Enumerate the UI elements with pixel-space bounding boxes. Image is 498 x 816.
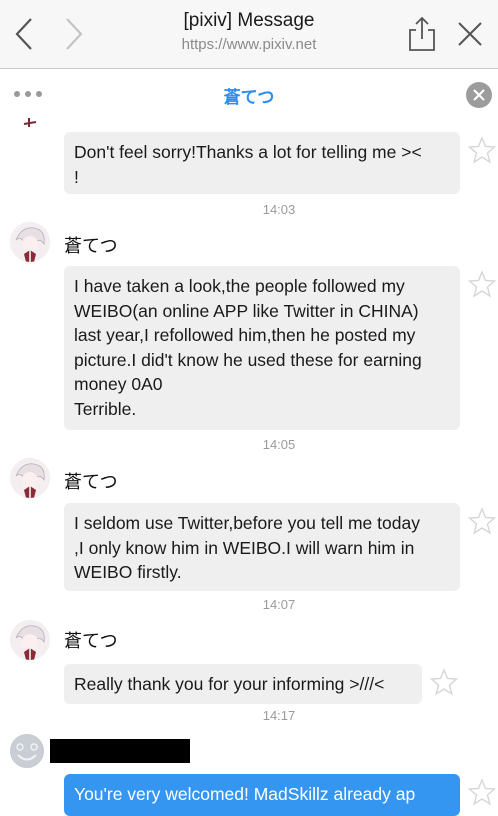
browser-toolbar: [pixiv] Message https://www.pixiv.net bbox=[0, 0, 498, 69]
share-icon bbox=[409, 16, 435, 51]
star-icon[interactable] bbox=[468, 507, 496, 535]
avatar[interactable] bbox=[10, 620, 50, 660]
close-circle-icon bbox=[473, 89, 485, 101]
message-timestamp: 14:17 bbox=[262, 708, 296, 723]
avatar[interactable] bbox=[10, 734, 44, 768]
message-bubble[interactable]: Really thank you for your informing >///… bbox=[64, 664, 422, 704]
forward-button[interactable] bbox=[54, 14, 94, 54]
avatar-image bbox=[10, 734, 44, 768]
sender-name: 蒼てつ bbox=[64, 472, 118, 492]
avatar-image bbox=[10, 458, 50, 498]
avatar-partial bbox=[23, 118, 37, 127]
star-icon[interactable] bbox=[468, 270, 496, 298]
avatar[interactable] bbox=[10, 458, 50, 498]
message-bubble[interactable]: Don't feel sorry!Thanks a lot for tellin… bbox=[64, 132, 460, 194]
chevron-left-icon bbox=[15, 18, 32, 50]
message-bubble[interactable]: I seldom use Twitter,before you tell me … bbox=[64, 503, 460, 591]
chat-header: 蒼てつ bbox=[0, 69, 498, 119]
star-icon[interactable] bbox=[468, 136, 496, 164]
avatar-image bbox=[10, 222, 50, 262]
close-chat-button[interactable] bbox=[466, 82, 492, 108]
chevron-right-icon bbox=[66, 18, 83, 50]
star-icon[interactable] bbox=[430, 668, 458, 696]
message-timestamp: 14:07 bbox=[262, 597, 296, 612]
page-title-block: [pixiv] Message https://www.pixiv.net bbox=[110, 8, 388, 56]
avatar[interactable] bbox=[10, 222, 50, 262]
sender-name: 蒼てつ bbox=[64, 236, 118, 256]
message-bubble[interactable]: I have taken a look,the people followed … bbox=[64, 266, 460, 430]
chat-partner-name: 蒼てつ bbox=[223, 88, 275, 107]
close-icon bbox=[458, 22, 482, 46]
message-timestamp: 14:05 bbox=[262, 437, 296, 452]
close-browser-button[interactable] bbox=[450, 14, 490, 54]
page-url[interactable]: https://www.pixiv.net bbox=[110, 34, 388, 56]
message-timestamp: 14:03 bbox=[262, 202, 296, 217]
redacted-username bbox=[50, 739, 190, 763]
star-icon[interactable] bbox=[468, 778, 496, 806]
avatar-image bbox=[10, 620, 50, 660]
page-title: [pixiv] Message bbox=[183, 10, 315, 31]
back-button[interactable] bbox=[4, 14, 44, 54]
sender-name: 蒼てつ bbox=[64, 631, 118, 651]
share-button[interactable] bbox=[402, 14, 442, 54]
